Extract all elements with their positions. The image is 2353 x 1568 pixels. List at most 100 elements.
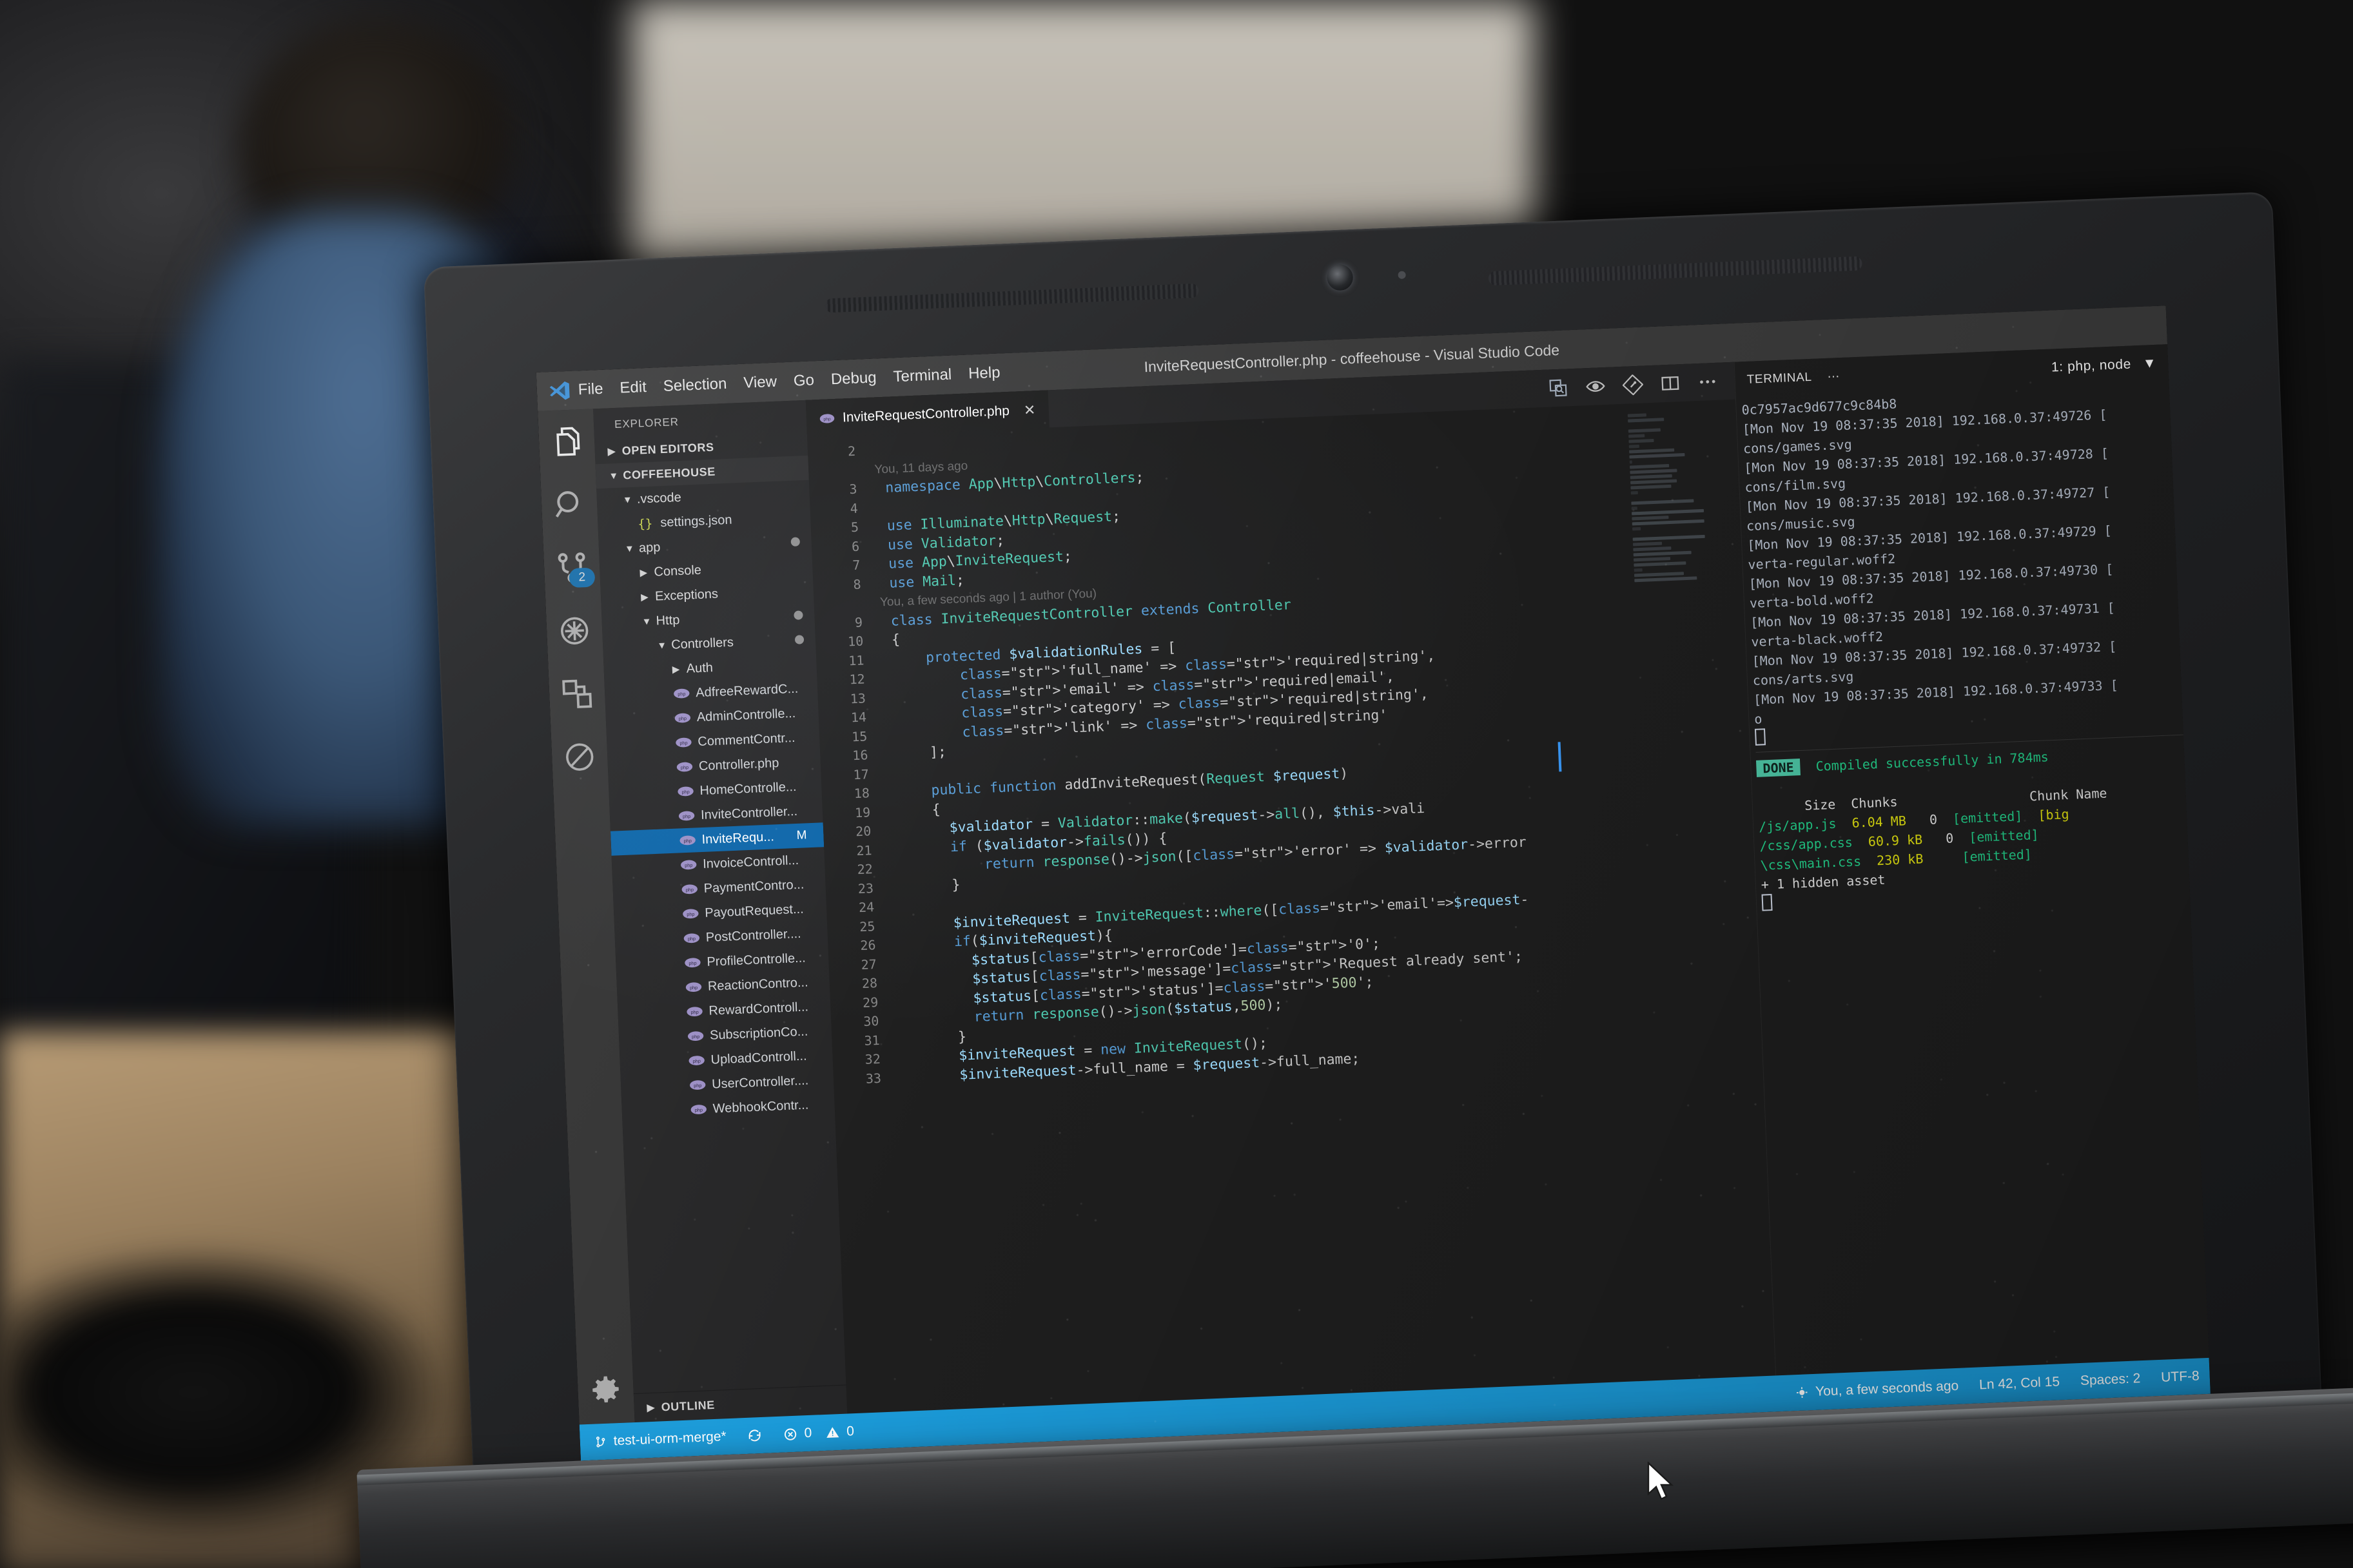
status-problems[interactable]: 0 0	[772, 1413, 865, 1453]
ellipsis-icon[interactable]: ⋯	[1827, 369, 1842, 384]
close-icon[interactable]: ✕	[1023, 402, 1035, 419]
php-file-icon: php	[676, 762, 693, 772]
file-tree-item-label: Http	[656, 612, 680, 628]
minimap-line	[1632, 527, 1641, 531]
svg-text:php: php	[823, 417, 831, 421]
line-number: 16	[852, 747, 868, 764]
open-preview-icon[interactable]	[1547, 377, 1568, 398]
file-tree[interactable]: ▼ .vscode{} settings.json ▼ app ▶ Console ▶ Exce…	[596, 480, 835, 1125]
file-tree-item-label: .vscode	[636, 490, 682, 507]
source-control-badge: 2	[569, 567, 596, 588]
asset-chunk-name: [big	[2037, 806, 2070, 823]
minimap-line	[1628, 418, 1664, 423]
line-number: 33	[865, 1070, 882, 1087]
minimap-line	[1633, 546, 1672, 552]
terminal-shell-selector[interactable]: 1: php, node ▼	[2051, 356, 2157, 376]
svg-text:php: php	[685, 862, 693, 868]
php-file-icon: php	[683, 933, 700, 944]
line-number: 11	[848, 652, 864, 668]
ellipsis-icon[interactable]	[1697, 371, 1718, 392]
chevron-right-icon[interactable]: ▶	[641, 591, 653, 603]
chevron-right-icon[interactable]: ▶	[640, 566, 652, 578]
activity-remote-button[interactable]	[561, 739, 598, 775]
status-sync[interactable]	[736, 1417, 774, 1454]
search-icon	[555, 491, 579, 518]
minimap-line	[1629, 448, 1675, 454]
menu-item-file[interactable]: File	[578, 380, 603, 400]
activity-explorer-button[interactable]	[549, 423, 585, 460]
code-area[interactable]: 2 3 4 5 6 7 8 9 10 11 12 13 14 15 16 17 18 19 20 21 22 23 24…	[807, 400, 1775, 1414]
menu-item-terminal[interactable]: Terminal	[893, 366, 952, 387]
unsaved-dot-icon	[794, 635, 805, 644]
menu-item-selection[interactable]: Selection	[663, 375, 727, 396]
status-cursor-position[interactable]: Ln 42, Col 15	[1969, 1374, 2071, 1393]
activity-source-control-button[interactable]: 2	[554, 550, 596, 588]
split-editor-icon[interactable]	[1659, 373, 1681, 394]
file-status-badge: M	[796, 828, 807, 842]
file-tree-item-label: CommentContr...	[697, 730, 796, 749]
line-number: 20	[855, 823, 872, 840]
menu-item-view[interactable]: View	[743, 373, 777, 392]
asset-chunk	[1946, 850, 1947, 866]
eye-icon[interactable]	[1585, 376, 1606, 397]
asset-state: [emitted]	[1962, 846, 2033, 865]
activity-settings-button[interactable]	[587, 1371, 623, 1408]
php-file-icon: php	[685, 958, 701, 968]
extensions-icon	[562, 679, 592, 708]
svg-text:php: php	[695, 1107, 703, 1113]
terminal-output[interactable]: 0c7957ac9d677c9c84b8 [Mon Nov 19 08:37:35…	[1736, 382, 2209, 1375]
status-git-blame[interactable]: You, a few seconds ago	[1784, 1378, 1969, 1401]
svg-text:php: php	[683, 813, 691, 819]
minimap-line	[1629, 460, 1633, 464]
chevron-down-icon[interactable]: ▼	[641, 615, 654, 627]
minimap-line	[1628, 438, 1655, 443]
menu-item-go[interactable]: Go	[793, 371, 814, 390]
activity-debug-button[interactable]	[556, 613, 592, 649]
file-tree-item-label: SubscriptionCo...	[709, 1024, 808, 1043]
chevron-right-icon[interactable]: ▶	[672, 663, 684, 675]
error-icon	[785, 1428, 797, 1440]
mouse-cursor	[1647, 1462, 1674, 1500]
minimap-line	[1634, 568, 1643, 572]
git-compare-icon[interactable]	[1622, 374, 1644, 396]
line-number: 17	[853, 766, 870, 782]
minimap-line	[1630, 469, 1677, 474]
line-number: 4	[850, 500, 859, 516]
line-number: 10	[847, 633, 864, 650]
menu-bar[interactable]: File Edit Selection View Go Debug Termin…	[578, 363, 1001, 399]
terminal-tab-label[interactable]: TERMINAL	[1746, 371, 1812, 387]
minimap-line	[1633, 557, 1671, 562]
php-file-icon: php	[681, 884, 698, 895]
svg-text:php: php	[679, 715, 687, 721]
file-tree-item-label: UploadControll...	[710, 1049, 807, 1067]
line-number: 9	[854, 614, 863, 630]
file-tree-item-label: AdminControlle...	[696, 706, 796, 724]
chevron-down-icon[interactable]: ▼	[2142, 356, 2156, 372]
line-number: 8	[853, 576, 862, 592]
laptop: File Edit Selection View Go Debug Termin…	[356, 189, 2353, 1568]
activity-search-button[interactable]	[551, 487, 587, 523]
chevron-down-icon[interactable]: ▼	[623, 494, 635, 505]
svg-text:php: php	[681, 789, 690, 795]
svg-text:php: php	[690, 1009, 699, 1015]
editor-tab-label: InviteRequestController.php	[842, 403, 1010, 425]
minimap-line	[1630, 474, 1672, 479]
menu-item-edit[interactable]: Edit	[620, 378, 647, 398]
webcam-indicator	[1398, 271, 1406, 279]
status-branch[interactable]: test-ui-orm-merge*	[580, 1418, 737, 1461]
menu-item-debug[interactable]: Debug	[830, 369, 877, 389]
file-tree-item-label: Console	[654, 563, 702, 579]
speaker-grille-right	[1488, 256, 1862, 286]
status-encoding[interactable]: UTF-8	[2151, 1368, 2210, 1386]
chevron-down-icon[interactable]: ▼	[657, 639, 669, 651]
line-number	[814, 594, 862, 615]
line-number: 32	[864, 1050, 881, 1067]
chevron-down-icon[interactable]: ▼	[625, 543, 637, 554]
minimap-line	[1632, 519, 1704, 526]
status-indentation[interactable]: Spaces: 2	[2070, 1371, 2151, 1389]
build-status-badge: DONE	[1755, 759, 1801, 777]
php-file-icon: php	[678, 786, 694, 797]
file-tree-item-label: UserController....	[711, 1073, 809, 1092]
activity-extensions-button[interactable]	[559, 676, 595, 712]
menu-item-help[interactable]: Help	[968, 363, 1001, 383]
